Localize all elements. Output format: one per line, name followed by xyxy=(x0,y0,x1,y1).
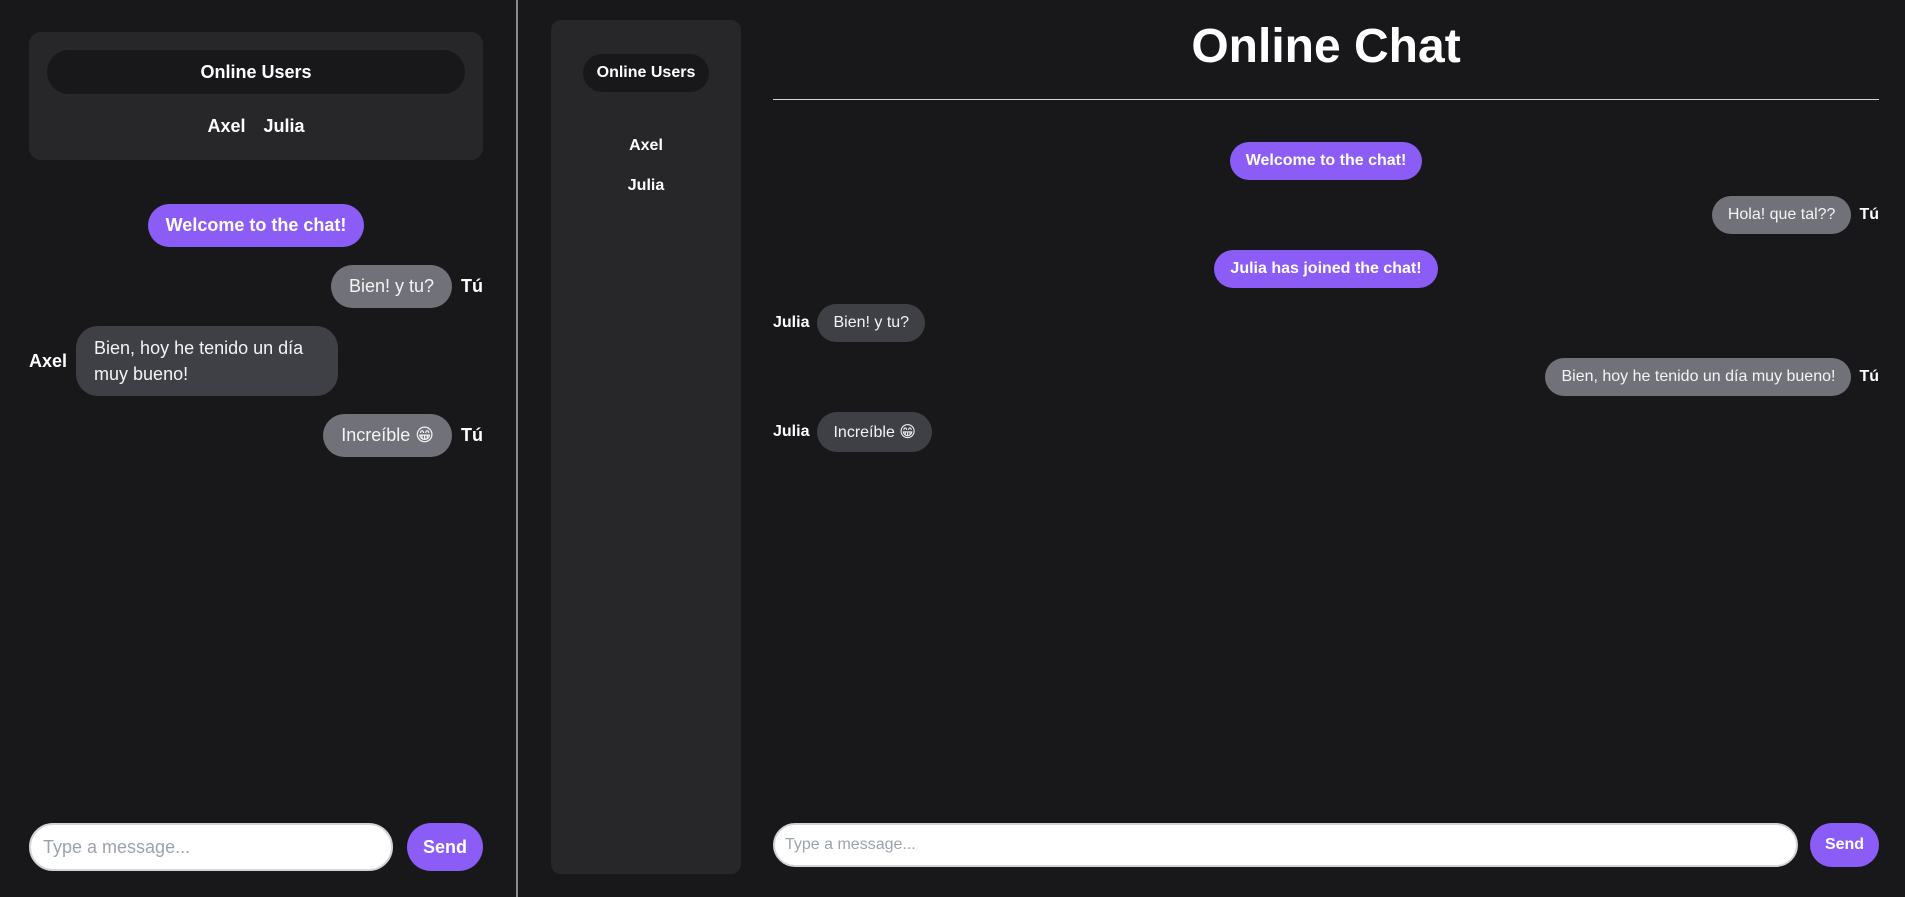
system-bubble: Welcome to the chat! xyxy=(147,204,365,247)
message-list: Welcome to the chat! Bien! y tu? Tú Axel… xyxy=(29,204,483,475)
message-input[interactable] xyxy=(29,823,393,871)
my-message: Increíble 😁 Tú xyxy=(29,414,483,457)
other-message: Axel Bien, hoy he tenido un día muy buen… xyxy=(29,326,483,396)
online-users-title: Online Users xyxy=(583,54,709,92)
other-message: Julia Increíble 😁 xyxy=(773,412,1879,452)
online-user[interactable]: Axel xyxy=(207,116,245,137)
message-author: Julia xyxy=(773,314,810,331)
message-composer: Send xyxy=(773,823,1879,867)
system-message: Welcome to the chat! xyxy=(773,142,1879,180)
message-bubble: Hola! que tal?? xyxy=(1711,196,1852,234)
sidebar-user[interactable]: Julia xyxy=(551,177,741,195)
desktop-chat-pane: Online Users Axel Julia Online Chat Welc… xyxy=(518,0,1905,897)
online-users-sidebar: Online Users Axel Julia xyxy=(551,20,741,874)
other-message: Julia Bien! y tu? xyxy=(773,304,1879,342)
message-author: Tú xyxy=(1859,206,1879,223)
message-bubble: Bien, hoy he tenido un día muy bueno! xyxy=(76,326,339,396)
online-users-title: Online Users xyxy=(47,50,465,94)
message-bubble: Bien, hoy he tenido un día muy bueno! xyxy=(1545,358,1852,396)
system-message: Welcome to the chat! xyxy=(29,204,483,247)
message-bubble: Increíble 😁 xyxy=(817,412,932,452)
mobile-chat-pane: Online Users Axel Julia Welcome to the c… xyxy=(0,0,518,897)
message-author: Axel xyxy=(29,350,68,371)
message-list: Welcome to the chat! Hola! que tal?? Tú … xyxy=(773,142,1879,468)
online-users-list: Axel Julia xyxy=(29,116,483,137)
send-button[interactable]: Send xyxy=(1810,823,1879,867)
my-message: Bien, hoy he tenido un día muy bueno! Tú xyxy=(773,358,1879,396)
system-bubble: Welcome to the chat! xyxy=(1229,142,1423,180)
title-divider xyxy=(773,99,1879,100)
message-composer: Send xyxy=(29,823,483,871)
message-author: Tú xyxy=(461,425,483,445)
message-author: Tú xyxy=(1859,368,1879,385)
message-bubble: Bien! y tu? xyxy=(817,304,926,342)
page-title: Online Chat xyxy=(1191,20,1461,73)
app-root: Online Users Axel Julia Welcome to the c… xyxy=(0,0,1905,897)
sidebar-user[interactable]: Axel xyxy=(551,137,741,155)
system-message: Julia has joined the chat! xyxy=(773,250,1879,288)
my-message: Bien! y tu? Tú xyxy=(29,265,483,308)
online-user[interactable]: Julia xyxy=(264,116,305,137)
send-button[interactable]: Send xyxy=(407,823,483,871)
message-author: Tú xyxy=(461,276,483,296)
message-bubble: Increíble 😁 xyxy=(323,414,452,457)
online-users-card: Online Users Axel Julia xyxy=(29,32,483,160)
chat-main: Online Chat Welcome to the chat! Hola! q… xyxy=(773,0,1879,897)
message-bubble: Bien! y tu? xyxy=(330,265,452,308)
message-input[interactable] xyxy=(773,823,1798,867)
my-message: Hola! que tal?? Tú xyxy=(773,196,1879,234)
system-bubble: Julia has joined the chat! xyxy=(1214,250,1438,288)
message-author: Julia xyxy=(773,423,810,440)
